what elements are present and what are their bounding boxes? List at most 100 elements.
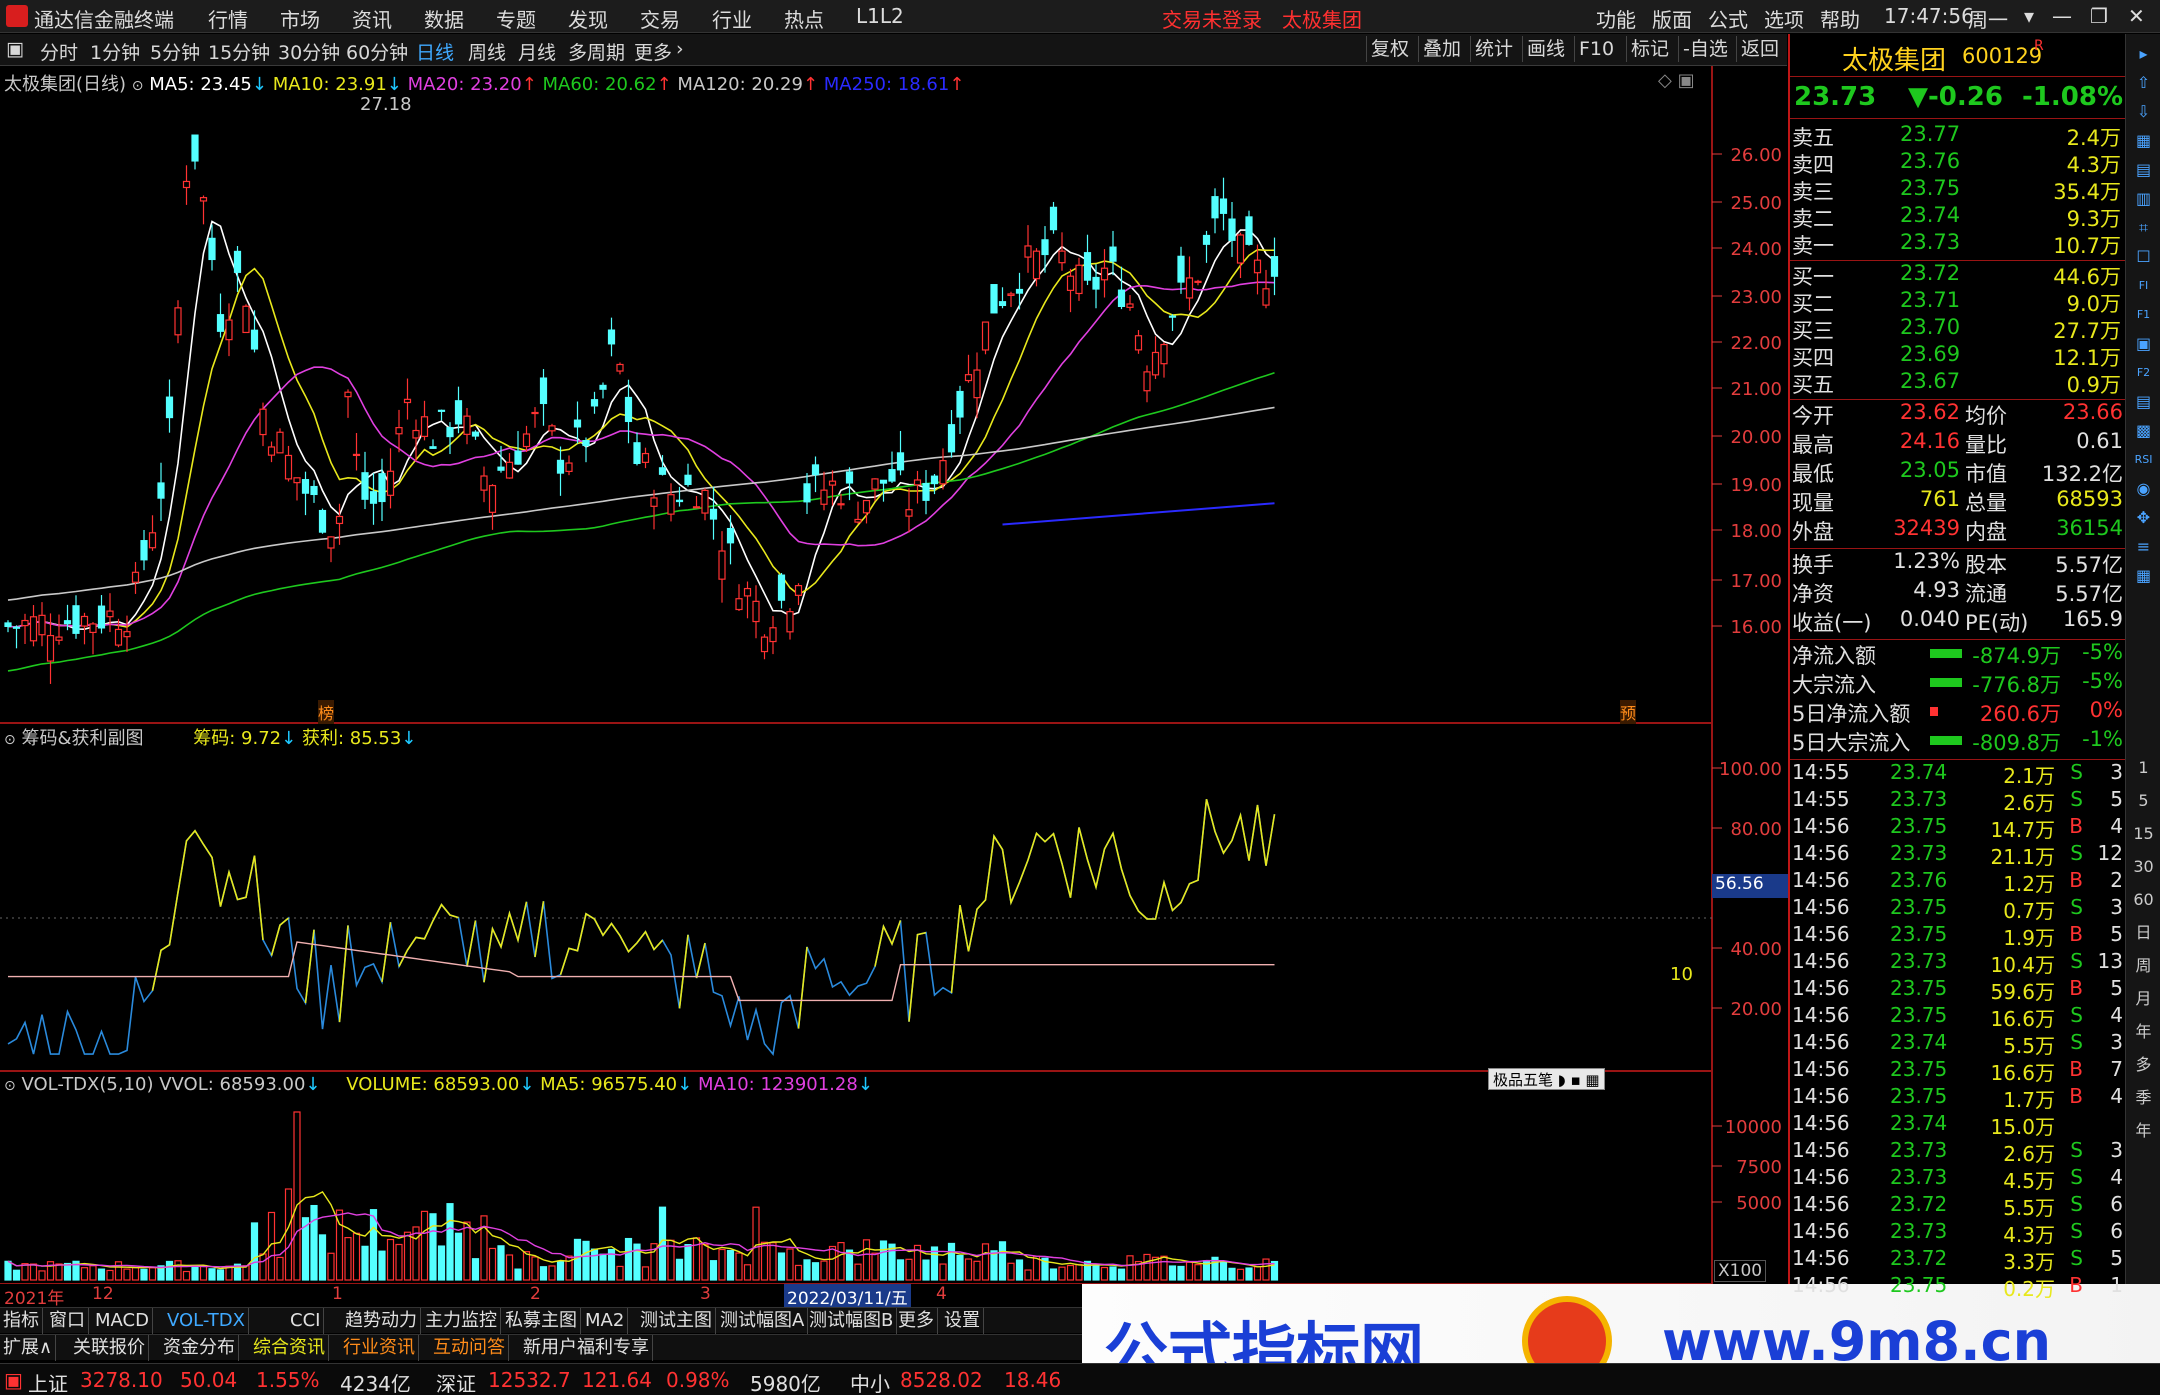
side-tool-icon[interactable]: ⌗: [2130, 214, 2157, 241]
info-tab-4[interactable]: 行业资讯: [340, 1335, 419, 1361]
ime-toolbar[interactable]: 极品五笔 ◗ ▪ ▦: [1488, 1068, 1605, 1090]
period-monthly[interactable]: 月线: [518, 38, 556, 65]
side-period-0[interactable]: 1: [2130, 754, 2157, 781]
side-period-1[interactable]: 5: [2130, 787, 2157, 814]
menu-bangzhu[interactable]: 帮助: [1820, 4, 1860, 33]
menu-shichang[interactable]: 市场: [280, 4, 320, 33]
side-tool-icon[interactable]: F1: [2130, 301, 2157, 328]
indicator-tab-11[interactable]: 测试幅图B: [806, 1308, 898, 1334]
period-daily[interactable]: 日线: [416, 38, 454, 65]
login-status[interactable]: 交易未登录: [1162, 4, 1262, 33]
indicator-tab-10[interactable]: 测试幅图A: [717, 1308, 809, 1334]
menu-hangye[interactable]: 行业: [712, 4, 752, 33]
indicator-tab-5[interactable]: 趋势动力: [342, 1308, 421, 1334]
side-period-6[interactable]: 周: [2130, 952, 2157, 979]
menu-redian[interactable]: 热点: [784, 4, 824, 33]
side-tool-icon[interactable]: ▦: [2130, 562, 2157, 589]
toolbar-menu-icon[interactable]: ▣: [6, 38, 24, 60]
side-tool-icon[interactable]: RSI: [2130, 446, 2157, 473]
info-tab-0[interactable]: 扩展∧: [0, 1335, 57, 1361]
menu-zhuanti[interactable]: 专题: [496, 4, 536, 33]
indicator-tab-3[interactable]: VOL-TDX: [164, 1308, 249, 1334]
indicator-tab-13[interactable]: 设置: [941, 1308, 984, 1334]
dropdown-icon[interactable]: ▾: [2024, 4, 2034, 28]
side-tool-icon[interactable]: F2: [2130, 359, 2157, 386]
period-5min[interactable]: 5分钟: [150, 38, 200, 65]
indicator-tab-6[interactable]: 主力监控: [422, 1308, 501, 1334]
info-tab-1[interactable]: 关联报价: [70, 1335, 149, 1361]
side-period-9[interactable]: 多: [2130, 1051, 2157, 1078]
menu-gongneng[interactable]: 功能: [1596, 4, 1636, 33]
side-tool-icon[interactable]: ≡: [2130, 533, 2157, 560]
minimize-icon[interactable]: —: [2052, 4, 2072, 28]
period-1min[interactable]: 1分钟: [90, 38, 140, 65]
side-tool-icon[interactable]: ▤: [2130, 388, 2157, 415]
side-tool-icon[interactable]: ▦: [2130, 127, 2157, 154]
info-tab-3[interactable]: 综合资讯: [250, 1335, 329, 1361]
side-period-5[interactable]: 日: [2130, 919, 2157, 946]
kline-chart-area[interactable]: 100.00 80.00 40.00 20.00 10000 7500 5000 26.0…: [0, 66, 1788, 1284]
side-tool-icon[interactable]: FI: [2130, 272, 2157, 299]
menu-jiaoyi[interactable]: 交易: [640, 4, 680, 33]
menu-l1l2[interactable]: L1L2: [856, 4, 904, 28]
indicator-tab-0[interactable]: 指标: [0, 1308, 43, 1334]
indicator-tab-9[interactable]: 测试主图: [637, 1308, 716, 1334]
side-period-8[interactable]: 年: [2130, 1018, 2157, 1045]
info-tab-2[interactable]: 资金分布: [160, 1335, 239, 1361]
volume-bar: [1015, 1259, 1024, 1281]
btn-fuquan[interactable]: 复权: [1366, 36, 1413, 62]
side-period-3[interactable]: 30: [2130, 853, 2157, 880]
side-period-2[interactable]: 15: [2130, 820, 2157, 847]
indicator-tab-2[interactable]: MACD: [92, 1308, 153, 1334]
side-tool-icon[interactable]: ◉: [2130, 475, 2157, 502]
side-tool-icon[interactable]: ▸: [2130, 40, 2157, 67]
period-weekly[interactable]: 周线: [468, 38, 506, 65]
restore-icon[interactable]: ❐: [2090, 4, 2108, 28]
menu-banmian[interactable]: 版面: [1652, 4, 1692, 33]
indicator-tab-1[interactable]: 窗口: [46, 1308, 89, 1334]
menu-gongshi[interactable]: 公式: [1708, 4, 1748, 33]
chart-settings-icon[interactable]: ◇ ▣: [1658, 70, 1695, 91]
info-tab-6[interactable]: 新用户福利专享: [520, 1335, 653, 1361]
btn-tongji[interactable]: 统计: [1470, 36, 1517, 62]
period-15min[interactable]: 15分钟: [208, 38, 270, 65]
period-fenshi[interactable]: 分时: [40, 38, 78, 65]
side-tool-icon[interactable]: ▣: [2130, 330, 2157, 357]
menu-xuanxiang[interactable]: 选项: [1764, 4, 1804, 33]
period-multi[interactable]: 多周期: [568, 38, 625, 65]
side-tool-icon[interactable]: ⇩: [2130, 98, 2157, 125]
side-tool-icon[interactable]: ▤: [2130, 156, 2157, 183]
menu-zixun[interactable]: 资讯: [352, 4, 392, 33]
legend-toggle-icon[interactable]: ⊙: [132, 78, 144, 94]
btn-f10[interactable]: F10: [1574, 36, 1618, 62]
side-tool-icon[interactable]: ▩: [2130, 417, 2157, 444]
side-tool-icon[interactable]: ☐: [2130, 243, 2157, 270]
side-tool-icon[interactable]: ⇧: [2130, 69, 2157, 96]
side-tool-icon[interactable]: ✥: [2130, 504, 2157, 531]
btn-zixuan[interactable]: -自选: [1678, 36, 1732, 62]
close-icon[interactable]: ✕: [2128, 4, 2145, 28]
menu-shuju[interactable]: 数据: [424, 4, 464, 33]
menu-hangqing[interactable]: 行情: [208, 4, 248, 33]
side-tool-icon[interactable]: ▥: [2130, 185, 2157, 212]
sh-value: 3278.10: [80, 1368, 163, 1392]
side-period-7[interactable]: 月: [2130, 985, 2157, 1012]
period-more[interactable]: 更多: [634, 38, 672, 65]
indicator-tab-12[interactable]: 更多: [895, 1308, 938, 1334]
side-period-4[interactable]: 60: [2130, 886, 2157, 913]
indicator-tab-7[interactable]: 私募主图: [502, 1308, 581, 1334]
sub1-toggle-icon[interactable]: ⊙: [4, 732, 16, 748]
menu-faxian[interactable]: 发现: [568, 4, 608, 33]
indicator-tab-8[interactable]: MA2: [582, 1308, 629, 1334]
info-tab-5[interactable]: 互动问答: [430, 1335, 509, 1361]
btn-diejia[interactable]: 叠加: [1418, 36, 1465, 62]
vol-toggle-icon[interactable]: ⊙: [4, 1078, 16, 1094]
indicator-tab-4[interactable]: CCI: [287, 1308, 325, 1334]
btn-fanhui[interactable]: 返回: [1736, 36, 1783, 62]
btn-huaxian[interactable]: 画线: [1522, 36, 1569, 62]
side-period-10[interactable]: 季: [2130, 1084, 2157, 1111]
period-60min[interactable]: 60分钟: [346, 38, 408, 65]
btn-biaoji[interactable]: 标记: [1626, 36, 1673, 62]
side-period-11[interactable]: 年: [2130, 1117, 2157, 1144]
period-30min[interactable]: 30分钟: [278, 38, 340, 65]
